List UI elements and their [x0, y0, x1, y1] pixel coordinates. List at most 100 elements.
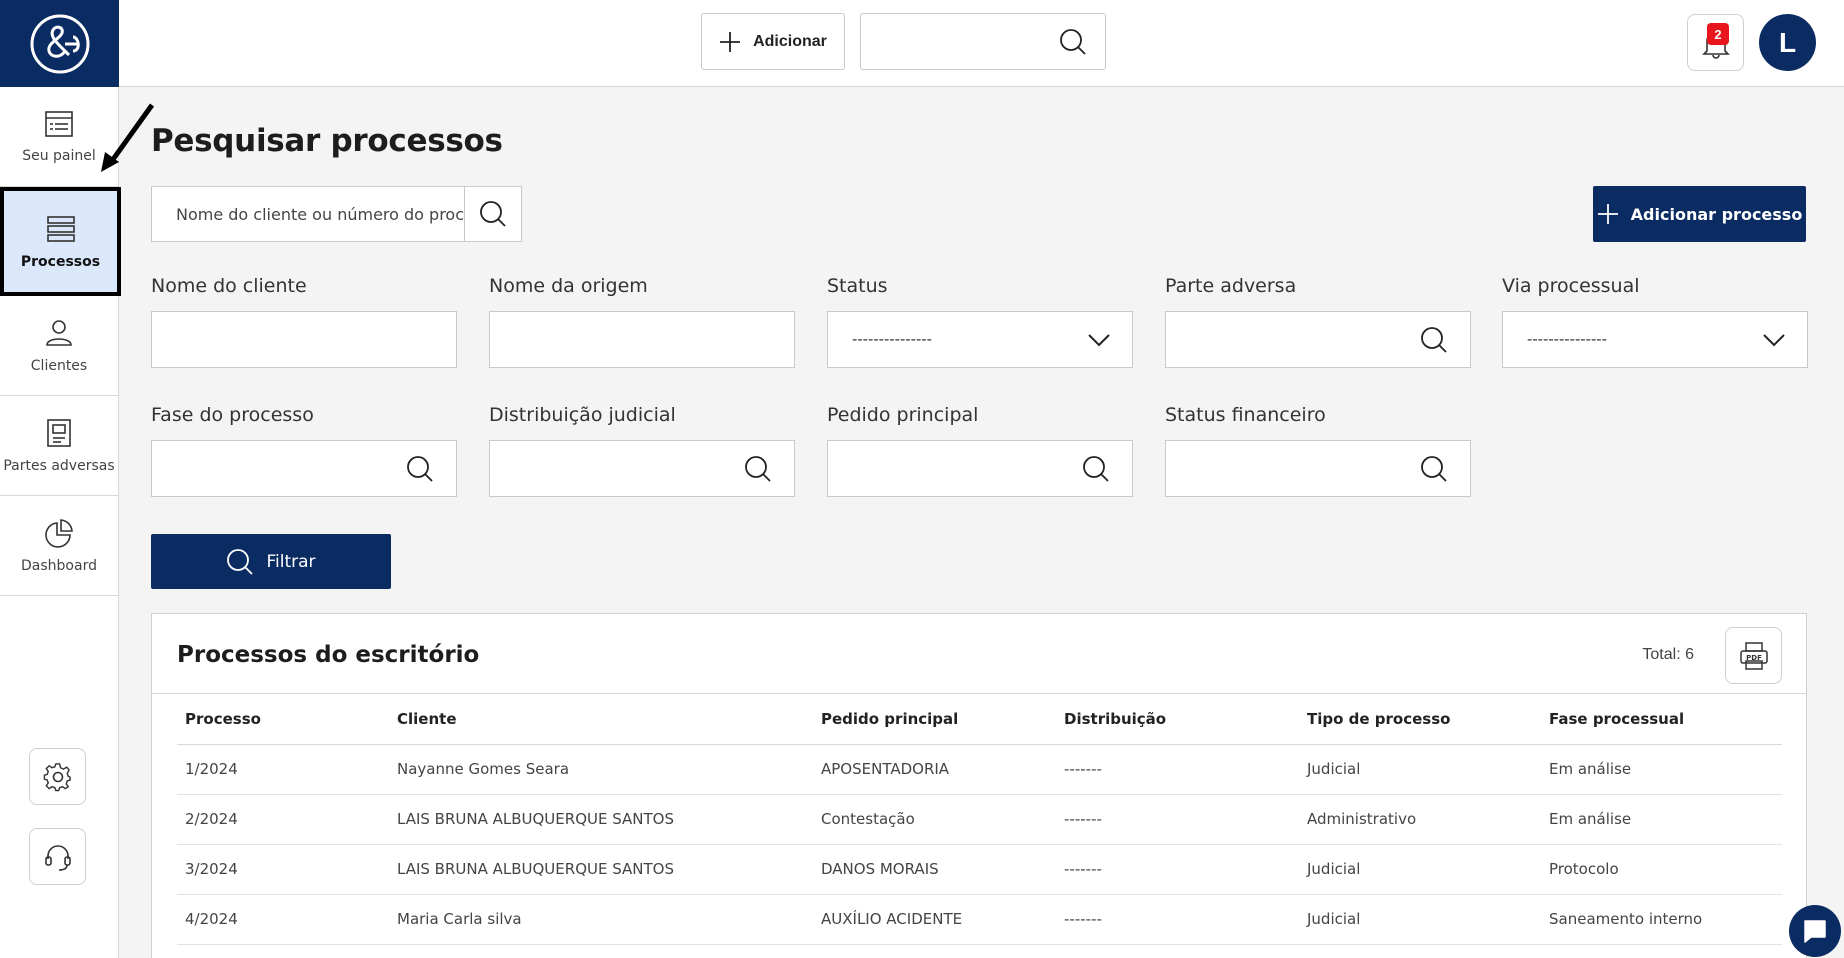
- column-header[interactable]: Pedido principal: [813, 694, 1056, 745]
- filter-pedido-principal: Pedido principal: [827, 404, 1133, 497]
- filter-distribuicao-judicial: Distribuição judicial: [489, 404, 795, 497]
- cell-cliente: LAIS BRUNA ALBUQUERQUE SANTOS: [389, 844, 813, 895]
- user-icon: [46, 319, 72, 346]
- page-title: Pesquisar processos: [151, 123, 503, 159]
- annotation-arrow-icon: [101, 103, 155, 172]
- filter-label: Pedido principal: [827, 404, 979, 426]
- stack-icon: [46, 215, 75, 242]
- column-header[interactable]: Processo: [177, 694, 389, 745]
- document-icon: [47, 418, 71, 447]
- sidebar-item-label: Clientes: [30, 357, 88, 374]
- status-select-value: ---------------: [852, 330, 932, 348]
- cell-tipo: Administrativo: [1299, 794, 1541, 845]
- cell-cliente: Nayanne Gomes Seara: [389, 744, 813, 795]
- distribuicao-input[interactable]: [489, 440, 795, 497]
- add-process-button[interactable]: Adicionar processo: [1593, 186, 1806, 242]
- cell-processo: 1/2024: [177, 744, 389, 795]
- pedido-principal-input[interactable]: [827, 440, 1133, 497]
- cell-tipo: Judicial: [1299, 744, 1541, 795]
- add-button[interactable]: Adicionar: [701, 13, 845, 70]
- sidebar-item-label: Processos: [20, 253, 101, 270]
- filter-status-financeiro: Status financeiro: [1165, 404, 1471, 497]
- parte-adversa-input[interactable]: [1165, 311, 1471, 368]
- filter-label: Nome da origem: [489, 275, 648, 297]
- table-row[interactable]: 1/2024 Nayanne Gomes Seara APOSENTADORIA…: [177, 744, 1782, 795]
- search-icon: [1421, 326, 1447, 353]
- sidebar-item-label: Seu painel: [22, 147, 96, 164]
- headset-icon: [44, 844, 71, 871]
- logo[interactable]: [0, 0, 119, 87]
- sidebar-item-partes-adversas[interactable]: Partes adversas: [0, 396, 118, 496]
- process-search-input[interactable]: Nome do cliente ou número do processo: [152, 187, 464, 241]
- pdf-icon: PDF: [1739, 641, 1768, 670]
- global-search-input[interactable]: [860, 13, 1106, 70]
- nome-cliente-input[interactable]: [151, 311, 457, 368]
- status-select[interactable]: ---------------: [827, 311, 1133, 368]
- cell-fase: Em análise: [1541, 794, 1782, 845]
- cell-fase: Saneamento interno: [1541, 894, 1782, 945]
- table-row[interactable]: 3/2024 LAIS BRUNA ALBUQUERQUE SANTOS DAN…: [177, 844, 1782, 895]
- column-header[interactable]: Cliente: [389, 694, 813, 745]
- search-icon: [407, 455, 433, 482]
- filter-label: Via processual: [1502, 275, 1640, 297]
- processes-table: Processo Cliente Pedido principal Distri…: [177, 694, 1782, 945]
- filter-label: Status financeiro: [1165, 404, 1326, 426]
- cell-fase: Protocolo: [1541, 844, 1782, 895]
- cell-processo: 2/2024: [177, 794, 389, 845]
- cell-distribuicao: -------: [1056, 744, 1299, 795]
- notifications-button[interactable]: 2: [1687, 14, 1744, 71]
- column-header[interactable]: Tipo de processo: [1299, 694, 1541, 745]
- add-button-label: Adicionar: [753, 32, 827, 50]
- column-header[interactable]: Fase processual: [1541, 694, 1782, 745]
- filter-nome-cliente: Nome do cliente: [151, 275, 457, 368]
- cell-tipo: Judicial: [1299, 894, 1541, 945]
- sidebar-item-label: Partes adversas: [3, 457, 115, 474]
- nome-origem-input[interactable]: [489, 311, 795, 368]
- process-search-button[interactable]: [464, 187, 521, 241]
- filter-label: Nome do cliente: [151, 275, 307, 297]
- chevron-down-icon: [1763, 333, 1785, 346]
- cell-pedido: AUXÍLIO ACIDENTE: [813, 894, 1056, 945]
- table-header-row: Processo Cliente Pedido principal Distri…: [177, 694, 1782, 745]
- cell-processo: 4/2024: [177, 894, 389, 945]
- search-icon: [1083, 455, 1109, 482]
- sidebar-item-clientes[interactable]: Clientes: [0, 296, 118, 396]
- filter-status: Status ---------------: [827, 275, 1133, 368]
- sidebar-item-dashboard[interactable]: Dashboard: [0, 496, 118, 596]
- chevron-down-icon: [1088, 333, 1110, 346]
- filter-label: Fase do processo: [151, 404, 314, 426]
- dashboard-list-icon: [45, 110, 73, 137]
- pie-chart-icon: [45, 518, 73, 548]
- table-row[interactable]: 4/2024 Maria Carla silva AUXÍLIO ACIDENT…: [177, 894, 1782, 945]
- settings-button[interactable]: [29, 748, 86, 805]
- column-header[interactable]: Distribuição: [1056, 694, 1299, 745]
- processes-card: Processos do escritório Total: 6 PDF Pro…: [151, 613, 1807, 958]
- sidebar-item-processos[interactable]: Processos: [0, 187, 121, 296]
- cell-tipo: Judicial: [1299, 844, 1541, 895]
- filter-button-label: Filtrar: [266, 551, 316, 572]
- cell-pedido: APOSENTADORIA: [813, 744, 1056, 795]
- via-select-value: ---------------: [1527, 330, 1607, 348]
- gear-icon: [43, 762, 71, 791]
- plus-icon: [1597, 204, 1618, 224]
- filter-parte-adversa: Parte adversa: [1165, 275, 1471, 368]
- chat-button[interactable]: [1789, 905, 1841, 957]
- filter-nome-origem: Nome da origem: [489, 275, 795, 368]
- filter-label: Distribuição judicial: [489, 404, 676, 426]
- cell-cliente: LAIS BRUNA ALBUQUERQUE SANTOS: [389, 794, 813, 845]
- status-financeiro-input[interactable]: [1165, 440, 1471, 497]
- search-icon: [227, 548, 254, 575]
- filter-via-processual: Via processual ---------------: [1502, 275, 1808, 368]
- cell-distribuicao: -------: [1056, 794, 1299, 845]
- ampersand-logo-icon: [30, 14, 89, 73]
- filter-button[interactable]: Filtrar: [151, 534, 391, 589]
- export-pdf-button[interactable]: PDF: [1725, 627, 1782, 684]
- fase-processo-input[interactable]: [151, 440, 457, 497]
- support-button[interactable]: [29, 828, 86, 885]
- processes-card-title: Processos do escritório: [177, 642, 480, 668]
- search-icon: [1421, 455, 1447, 482]
- process-search: Nome do cliente ou número do processo: [151, 186, 522, 242]
- avatar[interactable]: L: [1759, 14, 1816, 71]
- table-row[interactable]: 2/2024 LAIS BRUNA ALBUQUERQUE SANTOS Con…: [177, 794, 1782, 845]
- via-processual-select[interactable]: ---------------: [1502, 311, 1808, 368]
